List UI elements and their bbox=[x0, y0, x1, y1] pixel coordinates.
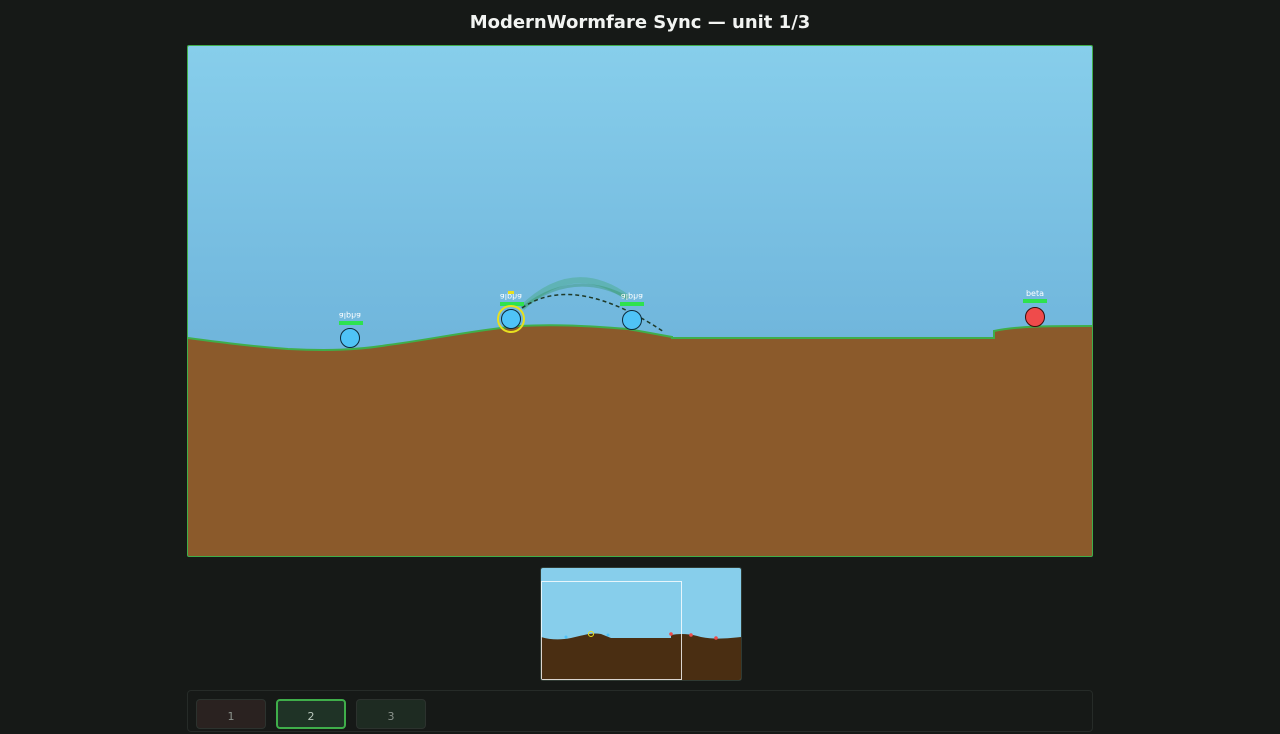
game-viewport[interactable]: alpha alpha alpha beta bbox=[187, 45, 1093, 557]
terrain bbox=[188, 325, 1092, 556]
minimap-enemy-marker bbox=[689, 633, 693, 637]
health-bar bbox=[620, 302, 644, 306]
minimap-enemy-marker bbox=[669, 632, 673, 636]
health-bar bbox=[1023, 299, 1047, 303]
unit-tab-1[interactable]: 1 bbox=[196, 699, 266, 729]
unit-token bbox=[501, 309, 521, 329]
unit-name-label: alpha bbox=[339, 311, 361, 320]
turn-marker bbox=[508, 291, 514, 294]
unit-tab-2[interactable]: 2 bbox=[276, 699, 346, 729]
minimap-enemy-marker bbox=[714, 636, 718, 640]
minimap-unit-marker bbox=[564, 635, 568, 639]
minimap[interactable] bbox=[540, 567, 742, 681]
unit-token bbox=[622, 310, 642, 330]
unit-token bbox=[1025, 307, 1045, 327]
unit-tab-3[interactable]: 3 bbox=[356, 699, 426, 729]
minimap-unit-marker bbox=[606, 633, 610, 637]
minimap-terrain bbox=[541, 633, 741, 680]
health-bar bbox=[339, 321, 363, 325]
game-title: ModernWormfare Sync — unit 1/3 bbox=[469, 12, 811, 33]
unit-name-label: alpha bbox=[621, 292, 643, 301]
unit-name-label: beta bbox=[1026, 289, 1044, 298]
unit-token bbox=[340, 328, 360, 348]
unit-tab-bar: 1 2 3 bbox=[187, 690, 1093, 732]
